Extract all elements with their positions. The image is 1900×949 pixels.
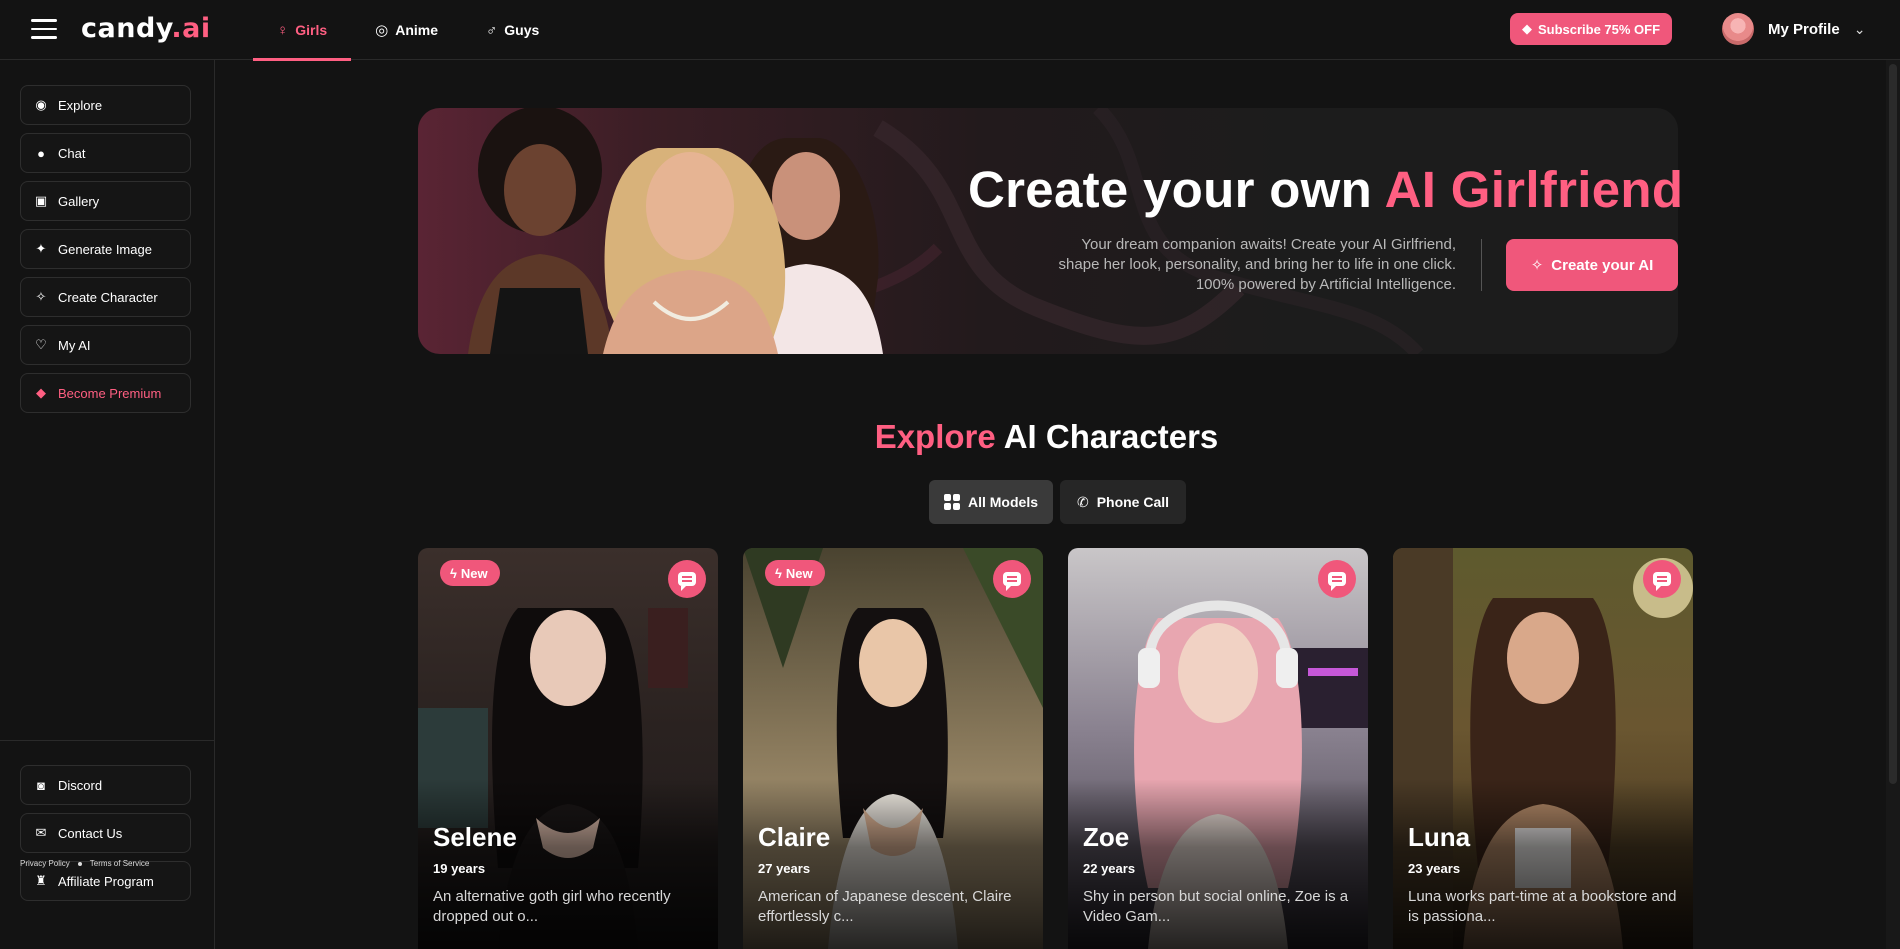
diamond-icon: ◆ [1521,21,1532,36]
hero-banner [418,108,1678,354]
legal-links: Privacy Policy Terms of Service [20,859,149,868]
character-description: An alternative goth girl who recently dr… [433,888,671,925]
chat-icon [1003,572,1021,591]
character-description: Shy in person but social online, Zoe is … [1083,888,1349,925]
create-your-ai-button[interactable]: ✧ Create your AI [1506,239,1678,291]
chat-icon [1328,572,1346,591]
section-title: Explore AI Characters [874,418,1219,455]
character-name: Selene [433,822,517,852]
anime-icon: ◎ [375,22,389,39]
profile-menu[interactable]: My Profile ⌄ [1722,13,1865,45]
privacy-policy-link[interactable]: Privacy Policy [20,859,70,868]
character-card-zoe[interactable]: Zoe 22 years Shy in person but social on… [1068,548,1368,949]
sidebar-item-explore[interactable]: ◉ Explore [20,85,191,125]
tab-girls[interactable]: ♀ Girls [253,0,352,61]
magic-wand-icon: ✧ [1530,257,1544,274]
top-bar: candy.ai ♀ Girls ◎ Anime ♂ Guys ◆ Subscribe … [0,0,1900,61]
subscribe-button[interactable]: ◆ Subscribe 75% OFF [1510,13,1672,45]
filter-all-models[interactable]: All Models [929,480,1053,524]
chevron-down-icon: ⌄ [1853,20,1866,37]
character-name: Luna [1408,822,1471,852]
filter-phone-call[interactable]: ✆ Phone Call [1060,480,1186,524]
sidebar-item-create-character[interactable]: ✧ Create Character [20,277,191,317]
character-card-claire[interactable]: ϟ New Claire 27 years American of Japanes… [743,548,1043,949]
separator-dot [77,861,82,866]
tab-anime[interactable]: ◎ Anime [351,0,462,60]
discord-icon: ◙ [37,777,45,793]
sidebar-item-generate-image[interactable]: ✦ Generate Image [20,229,191,269]
character-name: Zoe [1083,822,1130,852]
menu-icon[interactable] [31,19,57,39]
chat-button[interactable] [1318,560,1356,598]
character-description: American of Japanese descent, Claire eff… [758,888,1012,925]
avatar [1722,13,1754,45]
category-tabs: ♀ Girls ◎ Anime ♂ Guys [253,0,563,61]
heart-icon: ♡ [35,337,47,352]
contact-icon: ✉ [35,825,47,840]
logo[interactable]: candy.ai [81,13,211,44]
gallery-icon: ▣ [34,193,48,208]
compass-icon: ◉ [35,97,47,112]
character-age: 22 years [1083,861,1136,876]
sidebar-item-chat[interactable]: ● Chat [20,133,191,173]
sidebar-item-gallery[interactable]: ▣ Gallery [20,181,191,221]
character-card-selene[interactable]: ϟ New Selene 19 years An alternative goth… [418,548,718,949]
lightning-icon: ϟ [775,565,782,581]
chat-icon [678,572,696,591]
character-age: 23 years [1408,861,1461,876]
phone-icon: ✆ [1076,493,1089,510]
trophy-icon: ♜ [35,873,47,888]
character-age: 19 years [433,861,486,876]
character-name: Claire [758,822,831,852]
chat-button[interactable] [1643,560,1681,598]
hero-divider [1481,239,1482,291]
new-badge: ϟ New [440,560,500,586]
profile-label: My Profile [1768,20,1840,38]
scrollbar[interactable] [1886,60,1900,949]
character-card-luna[interactable]: Luna 23 years Luna works part-time at a … [1393,548,1693,949]
terms-of-service-link[interactable]: Terms of Service [90,859,150,868]
new-badge: ϟ New [765,560,825,586]
sidebar: ◉ Explore ● Chat ▣ Gallery ✦ Generate Image … [0,60,215,949]
sidebar-item-discord[interactable]: ◙ Discord [20,765,191,805]
sidebar-divider [0,740,215,741]
lightning-icon: ϟ [450,565,457,581]
chat-button[interactable] [993,560,1031,598]
diamond-icon: ◆ [36,385,46,400]
female-icon: ♀ [277,21,289,39]
magic-wand-icon: ✧ [35,289,47,304]
character-age: 27 years [758,861,811,876]
hero-title: Create your own AI Girlfriend [968,161,1684,218]
sidebar-item-become-premium[interactable]: ◆ Become Premium [20,373,191,413]
tab-guys[interactable]: ♂ Guys [462,0,563,60]
chat-button[interactable] [668,560,706,598]
hero-description: Your dream companion awaits! Create your… [1058,236,1456,293]
hero-models-image [468,108,883,354]
image-generate-icon: ✦ [35,241,47,256]
sidebar-item-my-ai[interactable]: ♡ My AI [20,325,191,365]
chat-icon [1653,572,1671,591]
sidebar-item-contact-us[interactable]: ✉ Contact Us [20,813,191,853]
male-icon: ♂ [486,21,498,39]
chat-icon: ● [37,145,45,161]
character-description: Luna works part-time at a bookstore and … [1408,888,1677,925]
grid-icon [943,494,960,510]
